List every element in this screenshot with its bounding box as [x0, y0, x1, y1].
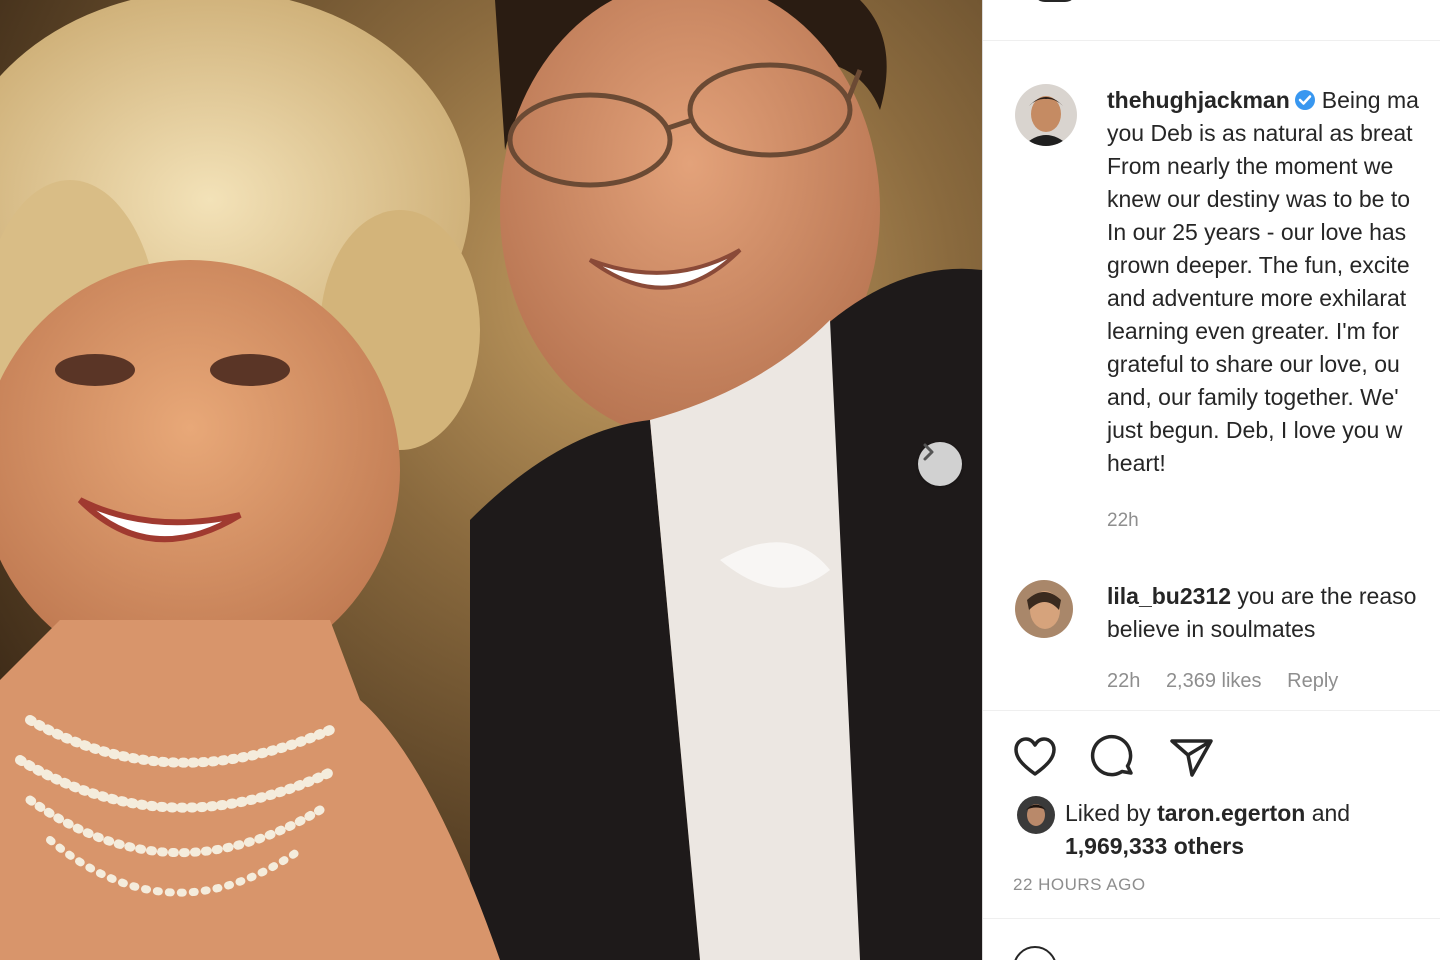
likes-and: and: [1311, 800, 1351, 826]
caption-time[interactable]: 22h: [1107, 510, 1139, 532]
next-photo-button[interactable]: [918, 442, 962, 486]
header-divider: [983, 40, 1440, 41]
comment-body: lila_bu2312 you are the reaso believe in…: [1107, 580, 1440, 646]
likes-prefix: Liked by: [1065, 800, 1151, 826]
commenter-avatar[interactable]: [1015, 580, 1073, 638]
comment-reply-button[interactable]: Reply: [1287, 670, 1338, 692]
header-avatar-partial[interactable]: [1033, 0, 1077, 2]
caption-text: Being ma you Deb is as natural as breat …: [1107, 87, 1419, 476]
comment-time[interactable]: 22h: [1107, 670, 1140, 692]
heart-icon[interactable]: [1011, 733, 1059, 781]
author-username[interactable]: thehughjackman: [1107, 87, 1290, 113]
comment-icon[interactable]: [1089, 733, 1137, 781]
couple-photo-illustration: [0, 0, 982, 960]
actions-divider: [983, 710, 1440, 711]
comment-likes[interactable]: 2,369 likes: [1166, 670, 1262, 692]
liker-avatar[interactable]: [1017, 796, 1055, 834]
comment-input-divider: [983, 918, 1440, 919]
chevron-right-icon: [923, 443, 934, 461]
liked-by-user[interactable]: taron.egerton: [1157, 800, 1305, 826]
post-actions: [1011, 733, 1215, 781]
instagram-post-view: thehughjackman Being ma you Deb is as nat…: [0, 0, 1440, 960]
commenter-username[interactable]: lila_bu2312: [1107, 583, 1231, 609]
post-caption: thehughjackman Being ma you Deb is as nat…: [1107, 84, 1440, 480]
post-sidebar: thehughjackman Being ma you Deb is as nat…: [982, 0, 1440, 960]
likes-summary: Liked by taron.egerton and 1,969,333 othe…: [1065, 797, 1350, 863]
post-photo[interactable]: [0, 0, 982, 960]
paper-plane-icon[interactable]: [1167, 733, 1215, 781]
verified-badge-icon: [1294, 89, 1315, 110]
author-avatar[interactable]: [1015, 84, 1077, 146]
likes-count[interactable]: 1,969,333 others: [1065, 833, 1244, 859]
emoji-icon[interactable]: [1013, 946, 1057, 960]
post-timestamp[interactable]: 22 HOURS AGO: [1013, 875, 1146, 895]
comment-meta: 22h 2,369 likes Reply: [1107, 670, 1358, 693]
